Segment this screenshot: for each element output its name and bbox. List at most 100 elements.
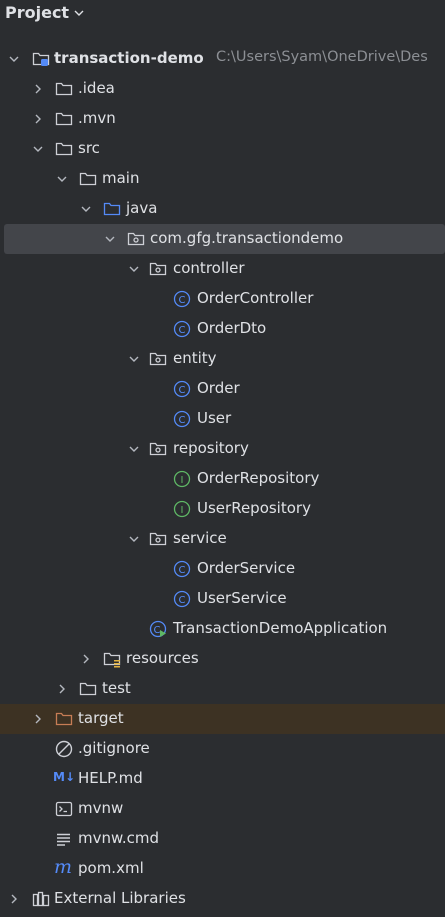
class-icon: C [173,590,191,608]
svg-text:C: C [154,625,161,636]
tree-node-label: TransactionDemoApplication [173,619,388,637]
text-file-icon [57,833,70,846]
interface-icon: I [173,470,191,488]
chevron-right-icon[interactable] [8,893,20,905]
tree-node-label: External Libraries [54,889,186,907]
svg-text:C: C [179,325,186,336]
module-folder-icon [32,52,50,66]
tree-node-label: User [197,409,232,427]
svg-text:C: C [179,295,186,306]
tree-node-resources[interactable]: resources [0,644,445,674]
tree-node-label: mvnw [78,799,124,817]
tree-node-repository[interactable]: repository [0,434,445,464]
tree-node-label: entity [173,349,217,367]
excluded-folder-icon [55,712,73,726]
tree-node-user-service[interactable]: C UserService [0,584,445,614]
svg-text:C: C [179,565,186,576]
tree-node-label: pom.xml [78,859,144,877]
tree-node-package[interactable]: com.gfg.transactiondemo [4,224,445,254]
project-panel-header: Project [0,0,445,30]
chevron-down-icon[interactable] [56,173,68,185]
tree-node-label: java [126,199,158,217]
tree-node-main[interactable]: main [0,164,445,194]
tree-node-user[interactable]: C User [0,404,445,434]
tree-node-order[interactable]: C Order [0,374,445,404]
tree-node-project-root[interactable]: transaction-demo C:\Users\Syam\OneDrive\… [0,44,445,74]
chevron-down-icon[interactable] [128,533,140,545]
chevron-right-icon[interactable] [80,653,92,665]
tree-node-label: com.gfg.transactiondemo [150,229,344,247]
package-icon [127,232,145,246]
chevron-down-icon[interactable] [128,353,140,365]
class-icon: C [173,320,191,338]
folder-icon [55,82,73,96]
tree-node-label: OrderService [197,559,296,577]
tree-node-label: OrderRepository [197,469,320,487]
chevron-down-icon[interactable] [128,443,140,455]
tree-node-target[interactable]: target [0,704,445,734]
library-icon [32,891,50,907]
tree-node-label: controller [173,259,245,277]
maven-icon: m [54,856,73,878]
tree-node-mvn[interactable]: .mvn [0,104,445,134]
tree-node-application[interactable]: C TransactionDemoApplication [0,614,445,644]
tree-node-label: UserService [197,589,287,607]
tree-node-pom[interactable]: m pom.xml [0,854,445,884]
source-folder-icon [103,202,121,216]
tree-node-order-dto[interactable]: C OrderDto [0,314,445,344]
chevron-right-icon[interactable] [32,83,44,95]
chevron-down-icon[interactable] [32,143,44,155]
tree-node-mvnw-cmd[interactable]: mvnw.cmd [0,824,445,854]
class-icon: C [173,410,191,428]
chevron-down-icon[interactable] [73,7,85,19]
tree-node-java[interactable]: java [0,194,445,224]
class-icon: C [173,560,191,578]
chevron-right-icon[interactable] [56,683,68,695]
tree-node-service[interactable]: service [0,524,445,554]
tree-node-controller[interactable]: controller [0,254,445,284]
tree-node-entity[interactable]: entity [0,344,445,374]
chevron-down-icon[interactable] [80,203,92,215]
chevron-down-icon[interactable] [128,263,140,275]
tree-node-test[interactable]: test [0,674,445,704]
chevron-down-icon[interactable] [104,233,116,245]
tree-node-label: target [78,709,124,727]
spring-application-icon: C [149,620,167,638]
markdown-icon: M↓ [53,770,75,784]
ignore-file-icon [55,740,73,758]
chevron-right-icon[interactable] [32,713,44,725]
panel-title[interactable]: Project [5,3,69,22]
folder-icon [55,142,73,156]
tree-node-mvnw[interactable]: mvnw [0,794,445,824]
tree-node-external-libraries[interactable]: External Libraries [0,884,445,914]
class-icon: C [173,290,191,308]
tree-node-label: .mvn [78,109,116,127]
tree-node-idea[interactable]: .idea [0,74,445,104]
chevron-right-icon[interactable] [32,113,44,125]
tree-node-label: OrderDto [197,319,267,337]
tree-node-label: test [102,679,131,697]
tree-node-order-service[interactable]: C OrderService [0,554,445,584]
svg-text:C: C [179,595,186,606]
tree-node-label: Order [197,379,240,397]
tree-node-order-controller[interactable]: C OrderController [0,284,445,314]
chevron-down-icon[interactable] [8,53,20,65]
package-icon [149,262,167,276]
interface-icon: I [173,500,191,518]
tree-node-label: main [102,169,140,187]
tree-node-order-repository[interactable]: I OrderRepository [0,464,445,494]
tree-node-label: repository [173,439,249,457]
folder-icon [55,112,73,126]
terminal-icon [55,801,73,817]
tree-node-help-md[interactable]: M↓ HELP.md [0,764,445,794]
project-name: transaction-demo [54,49,204,67]
svg-text:C: C [179,385,186,396]
svg-text:I: I [181,505,184,516]
tree-node-label: UserRepository [197,499,311,517]
tree-node-src[interactable]: src [0,134,445,164]
tree-node-gitignore[interactable]: .gitignore [0,734,445,764]
package-icon [149,352,167,366]
tree-node-user-repository[interactable]: I UserRepository [0,494,445,524]
tree-node-label: resources [126,649,199,667]
project-path: C:\Users\Syam\OneDrive\Des [216,49,428,65]
